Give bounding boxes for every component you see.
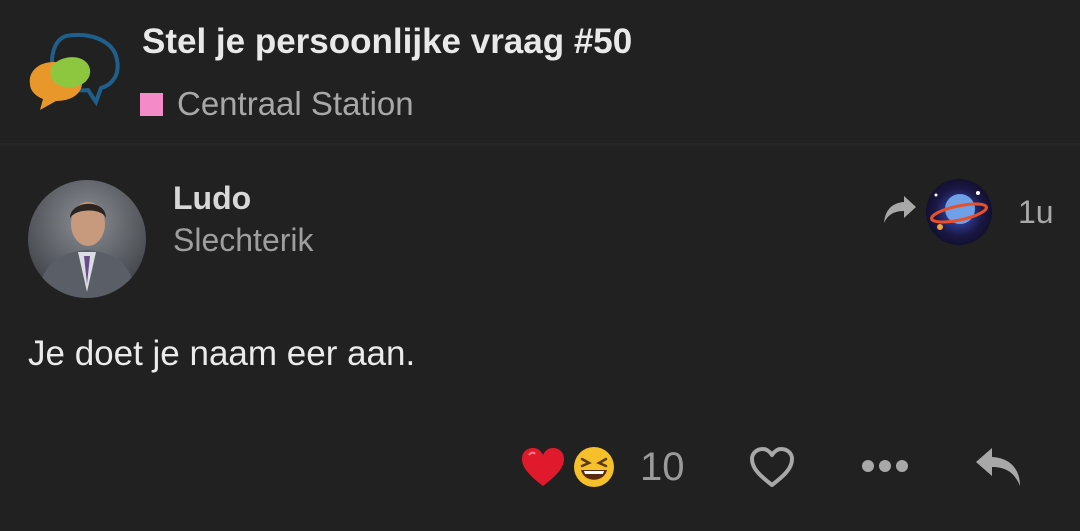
reply-to-avatar-image: [926, 179, 992, 245]
topic-header: Stel je persoonlijke vraag #50 Centraal …: [0, 0, 1080, 146]
topic-title[interactable]: Stel je persoonlijke vraag #50: [142, 22, 632, 62]
post-body: Je doet je naam eer aan.: [28, 334, 416, 373]
speech-bubbles-logo-icon[interactable]: [26, 32, 122, 114]
post-date[interactable]: 1u: [1018, 194, 1054, 231]
user-title: Slechterik: [173, 222, 314, 258]
more-actions-ellipsis-icon[interactable]: [860, 454, 910, 478]
reactions-summary[interactable]: 10: [520, 442, 685, 492]
category-color-badge: [140, 92, 163, 116]
reply-to-avatar[interactable]: [926, 179, 992, 245]
category-link[interactable]: Centraal Station: [140, 84, 414, 124]
avatar[interactable]: [28, 180, 146, 298]
share-arrow-icon[interactable]: [882, 194, 918, 226]
reply-button-arrow-icon[interactable]: [974, 446, 1024, 488]
reaction-count: 10: [640, 444, 685, 489]
user-avatar-image: [28, 180, 146, 298]
username[interactable]: Ludo: [173, 180, 251, 217]
category-name[interactable]: Centraal Station: [177, 85, 414, 123]
like-button-heart-outline-icon[interactable]: [748, 445, 796, 489]
laughing-emoji-icon: [574, 447, 614, 487]
heart-emoji-icon: [522, 448, 564, 486]
post: Ludo Slechterik 1u Je doet je naam eer a…: [0, 150, 1080, 531]
